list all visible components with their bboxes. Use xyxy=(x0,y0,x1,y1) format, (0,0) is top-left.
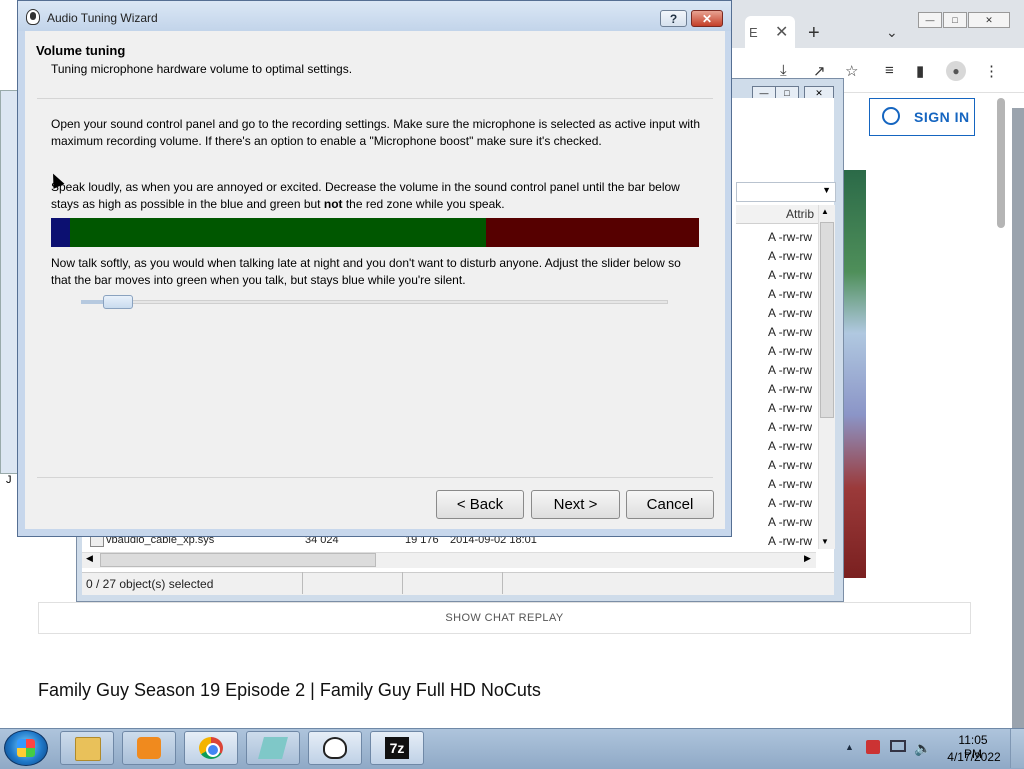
stub-label: J xyxy=(6,474,12,486)
7zip-icon: 7z xyxy=(385,737,409,759)
browser-tab[interactable]: E ✕ xyxy=(745,16,795,48)
scroll-up-icon[interactable]: ▲ xyxy=(821,207,829,216)
attrib-cell: A -rw-rw xyxy=(768,439,812,453)
instruction-paragraph-3: Now talk softly, as you would when talki… xyxy=(51,256,681,287)
show-desktop-button[interactable] xyxy=(1010,729,1024,768)
browser-minimize-button[interactable]: — xyxy=(918,12,942,28)
instruction-emphasis: not xyxy=(323,197,343,211)
attrib-cell: A -rw-rw xyxy=(768,363,812,377)
sign-in-button[interactable]: SIGN IN xyxy=(869,98,975,136)
volume-meter xyxy=(51,218,699,247)
silence-threshold-slider[interactable] xyxy=(81,300,668,304)
network-icon[interactable] xyxy=(890,740,906,752)
status-divider xyxy=(302,572,303,594)
video-title: Family Guy Season 19 Episode 2 | Family … xyxy=(38,680,541,700)
taskbar-explorer-button[interactable] xyxy=(60,731,114,765)
instruction-paragraph-1: Open your sound control panel and go to … xyxy=(51,117,701,148)
taskbar-mumble-button[interactable] xyxy=(308,731,362,765)
star-icon[interactable]: ☆ xyxy=(845,62,858,80)
scroll-down-icon[interactable]: ▼ xyxy=(821,537,829,546)
attrib-cell: A -rw-rw xyxy=(768,268,812,282)
sidebar-icon[interactable]: ▮ xyxy=(916,62,924,80)
wizard-title: Audio Tuning Wizard xyxy=(47,11,158,25)
browser-close-button[interactable]: ✕ xyxy=(968,12,1010,28)
taskbar-notepad-button[interactable] xyxy=(246,731,300,765)
mumble-icon xyxy=(323,737,347,759)
action-center-icon[interactable] xyxy=(866,740,880,754)
page-title: Volume tuning xyxy=(36,43,126,58)
status-divider xyxy=(402,572,403,594)
new-tab-icon[interactable]: + xyxy=(808,22,820,45)
column-header-label: Attrib xyxy=(786,207,815,221)
selection-status: 0 / 27 object(s) selected xyxy=(86,577,214,591)
scroll-right-icon[interactable]: ▶ xyxy=(804,553,811,564)
attrib-cell: A -rw-rw xyxy=(768,306,812,320)
attrib-cell: A -rw-rw xyxy=(768,458,812,472)
attrib-cell: A -rw-rw xyxy=(768,420,812,434)
sign-in-label: SIGN IN xyxy=(914,109,970,125)
slider-thumb[interactable] xyxy=(103,295,133,309)
next-button[interactable]: Next > xyxy=(531,490,620,519)
instruction-paragraph-2: Speak loudly, as when you are annoyed or… xyxy=(51,179,701,213)
taskbar-7zip-button[interactable]: 7z xyxy=(370,731,424,765)
instruction-text: the red zone while you speak. xyxy=(342,197,505,211)
cancel-button[interactable]: Cancel xyxy=(626,490,714,519)
help-button[interactable]: ? xyxy=(660,10,687,27)
scroll-left-icon[interactable]: ◀ xyxy=(86,553,93,564)
video-thumbnail xyxy=(842,170,866,578)
browser-maximize-button[interactable]: □ xyxy=(943,12,967,28)
attrib-cell: A -rw-rw xyxy=(768,287,812,301)
reading-list-icon[interactable]: ≡ xyxy=(885,62,894,79)
profile-icon[interactable]: ● xyxy=(946,61,966,81)
tab-search-icon[interactable]: ⌄ xyxy=(886,24,898,41)
attrib-cell: A -rw-rw xyxy=(768,344,812,358)
background-window-edge xyxy=(1012,108,1024,728)
meter-green-zone xyxy=(70,218,486,247)
download-icon[interactable]: ⤓ xyxy=(780,62,787,79)
attrib-cell: A -rw-rw xyxy=(768,382,812,396)
status-divider xyxy=(502,572,503,594)
attrib-cell: A -rw-rw xyxy=(768,325,812,339)
meter-blue-zone xyxy=(51,218,70,247)
fm-path-dropdown[interactable]: ▼ xyxy=(736,182,836,202)
attrib-cell: A -rw-rw xyxy=(768,249,812,263)
attrib-cell: A -rw-rw xyxy=(768,496,812,510)
tab-close-icon[interactable]: ✕ xyxy=(775,22,788,42)
fm-horizontal-scroll-thumb[interactable] xyxy=(100,553,376,567)
column-header-attrib[interactable]: Attrib xyxy=(736,205,818,224)
start-button[interactable] xyxy=(4,730,48,766)
divider xyxy=(37,98,713,99)
volume-icon[interactable]: 🔈 xyxy=(914,740,931,757)
mumble-icon xyxy=(26,9,40,25)
menu-icon[interactable]: ⋮ xyxy=(984,62,999,80)
taskbar-chrome-button[interactable] xyxy=(184,731,238,765)
file-explorer-icon xyxy=(75,737,101,761)
fm-vertical-scroll-thumb[interactable] xyxy=(820,222,834,418)
windows-logo-icon xyxy=(17,739,35,757)
status-bar: 0 / 27 object(s) selected xyxy=(82,572,834,595)
attrib-cell: A -rw-rw xyxy=(768,230,812,244)
attrib-cell: A -rw-rw xyxy=(768,515,812,529)
attrib-cell: A -rw-rw xyxy=(768,401,812,415)
back-button[interactable]: < Back xyxy=(436,490,524,519)
close-button[interactable]: ✕ xyxy=(691,10,723,27)
show-chat-replay-button[interactable]: SHOW CHAT REPLAY xyxy=(38,602,971,634)
page-subtitle: Tuning microphone hardware volume to opt… xyxy=(51,62,353,76)
notepad-icon xyxy=(258,737,288,759)
browser-tab-label: E xyxy=(749,25,758,40)
meter-red-zone xyxy=(486,218,699,247)
attrib-cell: A -rw-rw xyxy=(768,477,812,491)
clock-date[interactable]: 4/17/2022 xyxy=(946,750,1002,764)
user-icon xyxy=(882,107,900,125)
divider xyxy=(37,477,713,478)
show-hidden-icons[interactable]: ▲ xyxy=(845,742,854,752)
media-player-icon xyxy=(137,737,161,759)
taskbar-media-player-button[interactable] xyxy=(122,731,176,765)
chevron-down-icon: ▼ xyxy=(822,185,831,195)
chrome-icon xyxy=(199,737,223,759)
page-scrollbar[interactable] xyxy=(997,98,1005,228)
